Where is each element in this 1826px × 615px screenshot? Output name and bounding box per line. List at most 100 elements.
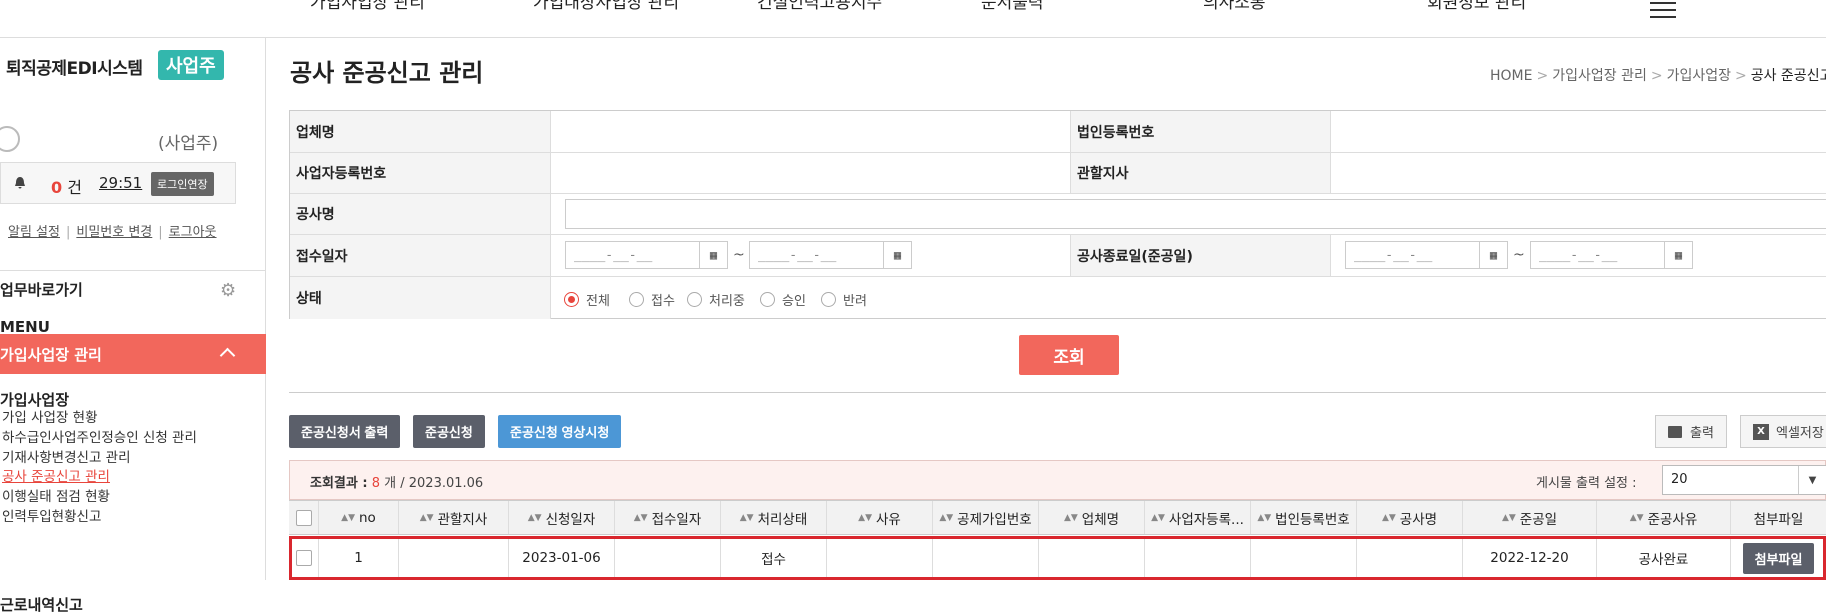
sort-icon: ▲▼ <box>939 512 954 523</box>
column-header[interactable]: ▲▼ 사업자등록... <box>1145 501 1251 534</box>
submenu-item-completion-report[interactable]: 공사 준공신고 관리 <box>2 465 110 485</box>
column-header[interactable]: 첨부파일 <box>1731 501 1826 534</box>
sort-icon: ▲▼ <box>1257 512 1272 523</box>
select-all-checkbox[interactable] <box>295 509 312 526</box>
column-header[interactable]: ▲▼ 관할지사 <box>399 501 509 534</box>
submenu-item-change-report[interactable]: 기재사항변경신고 관리 <box>2 446 131 466</box>
nav-item-target-site[interactable]: 가입대상사업장 관리 <box>533 0 679 13</box>
completion-from-date-input[interactable]: ____-__-__ ▦ <box>1345 241 1508 269</box>
column-header[interactable]: ▲▼ 준공사유 <box>1597 501 1731 534</box>
status-radio-rejected[interactable]: 반려 <box>821 290 867 309</box>
sort-icon: ▲▼ <box>633 512 648 523</box>
table-row[interactable]: 1 2023-01-06 접수 2022-12-20 공사완료 첨부파일 <box>289 536 1826 580</box>
page-title: 공사 준공신고 관리 <box>290 59 484 87</box>
cell-branch <box>399 539 509 577</box>
cell-completion-date: 2022-12-20 <box>1463 539 1597 577</box>
status-radio-approved[interactable]: 승인 <box>760 290 806 309</box>
brand-badge: 사업주 <box>158 50 224 80</box>
cell-corp-no <box>1251 539 1357 577</box>
apply-completion-button[interactable]: 준공신청 <box>413 415 485 448</box>
change-password-link[interactable]: 비밀번호 변경 <box>76 225 152 240</box>
column-header[interactable]: ▲▼ 준공일 <box>1463 501 1597 534</box>
nav-item-document-print[interactable]: 문서출력 <box>981 0 1044 13</box>
alert-settings-link[interactable]: 알림 설정 <box>8 225 60 240</box>
column-header[interactable]: ▲▼ 법인등록번호 <box>1251 501 1357 534</box>
calendar-icon[interactable]: ▦ <box>1479 242 1507 268</box>
sort-icon: ▲▼ <box>739 512 754 523</box>
logout-link[interactable]: 로그아웃 <box>169 225 217 240</box>
nav-item-communication[interactable]: 의사소통 <box>1203 0 1266 13</box>
calendar-icon[interactable]: ▦ <box>1664 242 1692 268</box>
table-header: ▲▼ no ▲▼ 관할지사 ▲▼ 신청일자 ▲▼ 접수일자 ▲▼ 처리상태 ▲▼ 사유 ▲▼… <box>289 500 1826 535</box>
cell-member-no <box>933 539 1039 577</box>
cell-reason <box>827 539 933 577</box>
print-button[interactable]: 출력 <box>1655 415 1727 448</box>
result-summary-bar: 조회결과 : 8 개 / 2023.01.06 게시물 출력 설정 : 20 ▼ <box>289 460 1826 500</box>
column-header[interactable]: ▲▼ 신청일자 <box>509 501 615 534</box>
cell-status: 접수 <box>721 539 827 577</box>
nav-item-employment-index[interactable]: 건설인력고용지수 <box>757 0 882 13</box>
calendar-icon[interactable]: ▦ <box>699 242 727 268</box>
breadcrumb-level-1[interactable]: 가입사업장 관리 <box>1552 68 1647 84</box>
user-icon <box>0 126 20 152</box>
completion-to-date-input[interactable]: ____-__-__ ▦ <box>1530 241 1693 269</box>
range-separator: ~ <box>1513 247 1525 263</box>
sort-icon: ▲▼ <box>1381 512 1396 523</box>
user-role: (사업주) <box>158 134 219 154</box>
sort-icon: ▲▼ <box>419 512 434 523</box>
project-name-input[interactable] <box>565 199 1826 229</box>
biz-reg-label: 사업자등록번호 <box>290 153 551 193</box>
chevron-down-icon[interactable]: ▼ <box>1798 466 1826 494</box>
column-header[interactable]: ▲▼ 사유 <box>827 501 933 534</box>
page-size-label: 게시물 출력 설정 : <box>1536 476 1637 491</box>
printer-icon <box>1668 425 1682 438</box>
cell-applied-date: 2023-01-06 <box>509 539 615 577</box>
row-checkbox[interactable] <box>295 550 312 566</box>
search-form: 업체명 법인등록번호 사업자등록번호 관할지사 공사명 접수일자 ____-__… <box>289 110 1826 319</box>
column-header[interactable]: ▲▼ 접수일자 <box>615 501 721 534</box>
calendar-icon[interactable]: ▦ <box>883 242 911 268</box>
received-to-date-input[interactable]: ____-__-__ ▦ <box>749 241 912 269</box>
bell-icon[interactable] <box>13 176 27 190</box>
top-navigation: 가입사업장 관리 가입대상사업장 관리 건설인력고용지수 문서출력 의사소통 회… <box>0 0 1826 38</box>
hamburger-menu-icon[interactable] <box>1650 2 1676 18</box>
range-separator: ~ <box>733 247 745 263</box>
menu-item-member-site[interactable]: 가입사업장 관리 <box>0 334 266 374</box>
column-header[interactable]: ▲▼ 처리상태 <box>721 501 827 534</box>
received-from-date-input[interactable]: ____-__-__ ▦ <box>565 241 728 269</box>
cell-company <box>1039 539 1145 577</box>
divider <box>289 392 1826 393</box>
breadcrumb-level-2[interactable]: 가입사업장 <box>1667 68 1731 84</box>
quick-access-label: 업무바로가기 <box>0 281 83 299</box>
excel-save-button[interactable]: X 엑셀저장 <box>1740 415 1826 448</box>
page-size-select[interactable]: 20 ▼ <box>1662 465 1826 495</box>
attachment-button[interactable]: 첨부파일 <box>1742 542 1815 574</box>
header-checkbox-cell <box>289 501 319 534</box>
column-header[interactable]: ▲▼ 공제가입번호 <box>933 501 1039 534</box>
nav-item-member-site[interactable]: 가입사업장 관리 <box>310 0 425 13</box>
notice-count[interactable]: 0 건 <box>51 174 82 198</box>
sort-icon: ▲▼ <box>341 512 355 523</box>
submenu-item-inspection[interactable]: 이행실태 점검 현황 <box>2 485 110 505</box>
search-button[interactable]: 조회 <box>1019 335 1119 375</box>
status-radio-processing[interactable]: 처리중 <box>687 290 745 309</box>
submenu-item-workforce[interactable]: 인력투입현황신고 <box>2 505 101 525</box>
search-row: 상태 전체 접수 처리중 승인 반려 <box>290 277 1826 319</box>
column-header[interactable]: ▲▼ 공사명 <box>1357 501 1463 534</box>
cell-completion-reason: 공사완료 <box>1597 539 1731 577</box>
sort-icon: ▲▼ <box>858 512 872 523</box>
submenu-item-subcontractor[interactable]: 하수급인사업주인정승인 신청 관리 <box>2 426 197 446</box>
nav-item-member-info[interactable]: 회원정보 관리 <box>1427 0 1526 13</box>
watch-video-button[interactable]: 준공신청 영상시청 <box>498 415 622 448</box>
breadcrumb-home[interactable]: HOME <box>1490 68 1532 84</box>
section-work-history[interactable]: 근로내역신고 <box>0 594 83 615</box>
gear-icon[interactable]: ⚙ <box>220 280 236 301</box>
sidebar: 퇴직공제EDI시스템 사업주 (사업주) 0 건 29:51 로그인연장 알림 … <box>0 38 266 614</box>
login-extend-button[interactable]: 로그인연장 <box>151 172 214 196</box>
column-header[interactable]: ▲▼ 업체명 <box>1039 501 1145 534</box>
print-completion-form-button[interactable]: 준공신청서 출력 <box>289 415 401 448</box>
column-header[interactable]: ▲▼ no <box>319 501 399 534</box>
status-radio-all[interactable]: 전체 <box>564 290 610 309</box>
status-radio-received[interactable]: 접수 <box>629 290 675 309</box>
submenu-item-site-status[interactable]: 가입 사업장 현황 <box>2 406 98 426</box>
